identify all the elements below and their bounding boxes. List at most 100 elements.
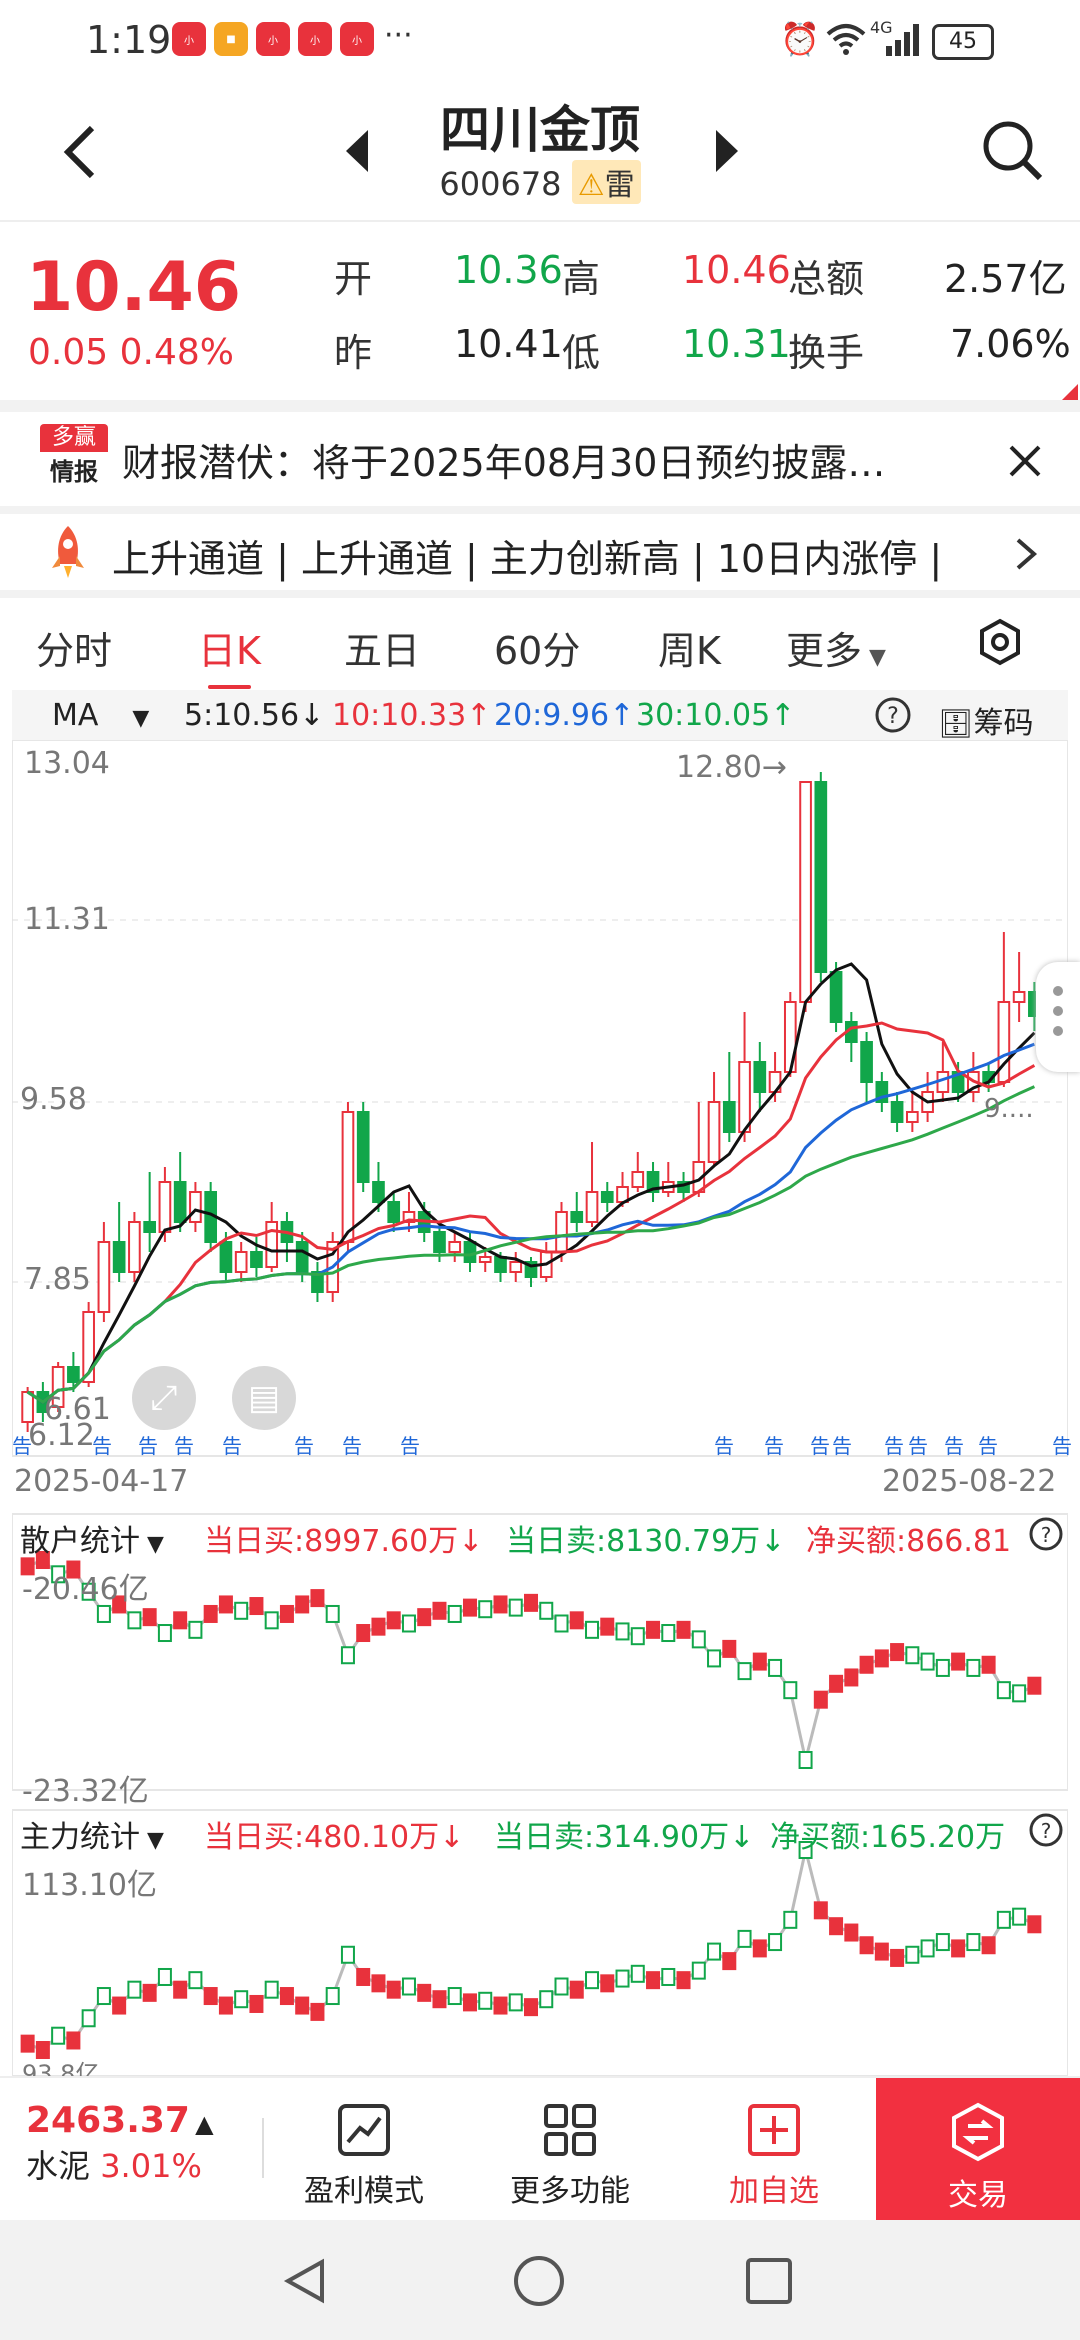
retail-selector[interactable]: 散户统计 ▼ <box>20 1516 164 1560</box>
tab-60min[interactable]: 60分 <box>494 620 580 675</box>
flow-bar <box>935 1658 950 1677</box>
main-force-selector[interactable]: 主力统计 ▼ <box>20 1812 164 1856</box>
flow-bar <box>325 1604 340 1623</box>
tab-more[interactable]: 更多 ▼ <box>786 620 886 675</box>
announcement-marker[interactable]: 告 <box>1052 1430 1072 1459</box>
flow-bar <box>524 1593 538 1612</box>
help-icon[interactable]: ? <box>1028 1812 1064 1848</box>
dropdown-icon: ▼ <box>140 1532 164 1557</box>
candle-body <box>906 1111 919 1123</box>
announcement-marker[interactable]: 告 <box>714 1430 734 1459</box>
y-tick-label: 6.12 <box>28 1418 95 1453</box>
chips-button[interactable]: 🗄筹码 <box>938 698 1034 742</box>
announcement-marker[interactable]: 告 <box>764 1430 784 1459</box>
signal-tags-bar[interactable]: 上升通道 | 上升通道 | 主力创新高 | 10日内涨停 | <box>0 518 1080 590</box>
search-icon[interactable] <box>980 118 1046 184</box>
flow-bar <box>356 1967 371 1986</box>
candle-body <box>219 1241 233 1273</box>
announcement-marker[interactable]: 告 <box>342 1430 362 1459</box>
chevron-right-icon[interactable] <box>1014 536 1038 572</box>
nav-home-icon[interactable] <box>512 2254 566 2308</box>
flow-bar <box>218 1595 233 1614</box>
flow-bar <box>844 1668 859 1687</box>
app-notification-icon: 小 <box>340 22 374 56</box>
flow-bar <box>81 2009 96 2028</box>
flow-bar <box>890 1948 905 1967</box>
candle-body <box>509 1261 523 1273</box>
flow-bar <box>569 1611 584 1630</box>
announcement-marker[interactable]: 告 <box>12 1430 32 1459</box>
tab-five-day[interactable]: 五日 <box>344 620 420 675</box>
announcement-marker[interactable]: 告 <box>222 1430 242 1459</box>
sector-index[interactable]: 2463.37 ▲ 水泥 3.01% <box>26 2100 214 2187</box>
announcement-marker[interactable]: 告 <box>908 1430 928 1459</box>
flow-bar <box>829 1917 844 1936</box>
fullscreen-icon[interactable]: ⤢ <box>132 1366 196 1430</box>
announcement-marker[interactable]: 告 <box>832 1430 852 1459</box>
expand-corner-icon[interactable] <box>1062 384 1078 400</box>
announcement-marker[interactable]: 告 <box>138 1430 158 1459</box>
more-functions-button[interactable]: 更多功能 <box>500 2102 640 2210</box>
candle-body <box>707 1101 721 1163</box>
settings-icon[interactable] <box>978 618 1022 666</box>
candle-body <box>799 781 812 1003</box>
next-stock-icon[interactable] <box>712 126 742 176</box>
flow-bar <box>722 1952 737 1971</box>
retail-buy: 当日买:8997.60万↓ <box>204 1524 484 1559</box>
announcement-marker[interactable]: 告 <box>884 1430 904 1459</box>
candle-body <box>814 781 828 973</box>
tab-weekly-k[interactable]: 周K <box>658 620 721 675</box>
profit-mode-button[interactable]: 盈利模式 <box>294 2102 434 2210</box>
layout-icon[interactable]: ▤ <box>232 1366 296 1430</box>
candle-body <box>463 1241 477 1263</box>
nav-recents-icon[interactable] <box>744 2256 794 2306</box>
flow-bar <box>600 1974 615 1993</box>
flow-bar <box>295 1996 310 2015</box>
y-tick-label: 9.58 <box>20 1082 87 1117</box>
candle-body <box>860 1041 873 1083</box>
stock-header: 四川金顶 600678 ⚠雷 <box>0 80 1080 222</box>
flow-bar <box>493 1996 508 2015</box>
announcement-marker[interactable]: 告 <box>174 1430 194 1459</box>
candle-body <box>265 1221 279 1268</box>
flow-bar <box>813 1690 828 1709</box>
announcement-marker[interactable]: 告 <box>978 1430 998 1459</box>
open-label: 开 <box>334 257 373 301</box>
add-watchlist-button[interactable]: 加自选 <box>704 2102 844 2210</box>
announcement-marker[interactable]: 告 <box>810 1430 830 1459</box>
announcement-marker[interactable]: 告 <box>400 1430 420 1459</box>
help-icon[interactable]: ? <box>874 696 912 734</box>
close-icon[interactable] <box>1008 444 1042 478</box>
flow-bar <box>768 1658 783 1677</box>
flow-bar <box>447 1604 462 1623</box>
flow-bar <box>51 2026 66 2045</box>
retail-sell: 当日卖:8130.79万↓ <box>506 1524 786 1559</box>
max-price-label: 12.80→ <box>676 750 788 785</box>
help-icon[interactable]: ? <box>1028 1516 1064 1552</box>
trade-button[interactable]: 交易 <box>876 2078 1080 2222</box>
divider <box>0 590 1080 598</box>
candle-body <box>478 1256 492 1263</box>
announcement-marker[interactable]: 告 <box>944 1430 964 1459</box>
tab-intraday[interactable]: 分时 <box>36 620 112 675</box>
grid-icon <box>544 2104 596 2156</box>
risk-badge[interactable]: ⚠雷 <box>571 160 641 204</box>
flow-bar <box>417 1608 432 1627</box>
nav-back-icon[interactable] <box>280 2256 330 2306</box>
ma-selector[interactable]: MA ▼ <box>52 698 149 733</box>
earnings-notice-banner[interactable]: 多赢 情报 财报潜伏：将于2025年08月30日预约披露… <box>0 410 1080 510</box>
side-menu-handle[interactable] <box>1036 962 1080 1072</box>
main-force-top-label: 113.10亿 <box>22 1868 157 1903</box>
ma5-value: 5:10.56↓ <box>184 698 325 733</box>
svg-text:?: ? <box>1041 1819 1052 1843</box>
retail-top-label: -20.46亿 <box>22 1572 149 1607</box>
announcement-marker[interactable]: 告 <box>92 1430 112 1459</box>
candle-body <box>448 1241 462 1253</box>
announcement-marker[interactable]: 告 <box>294 1430 314 1459</box>
candle-body <box>173 1181 187 1223</box>
flow-bar <box>874 1942 889 1961</box>
flow-bar <box>1012 1907 1027 1926</box>
tab-daily-k[interactable]: 日K <box>198 620 261 689</box>
candle-body <box>555 1211 568 1253</box>
svg-text:?: ? <box>1041 1523 1052 1547</box>
